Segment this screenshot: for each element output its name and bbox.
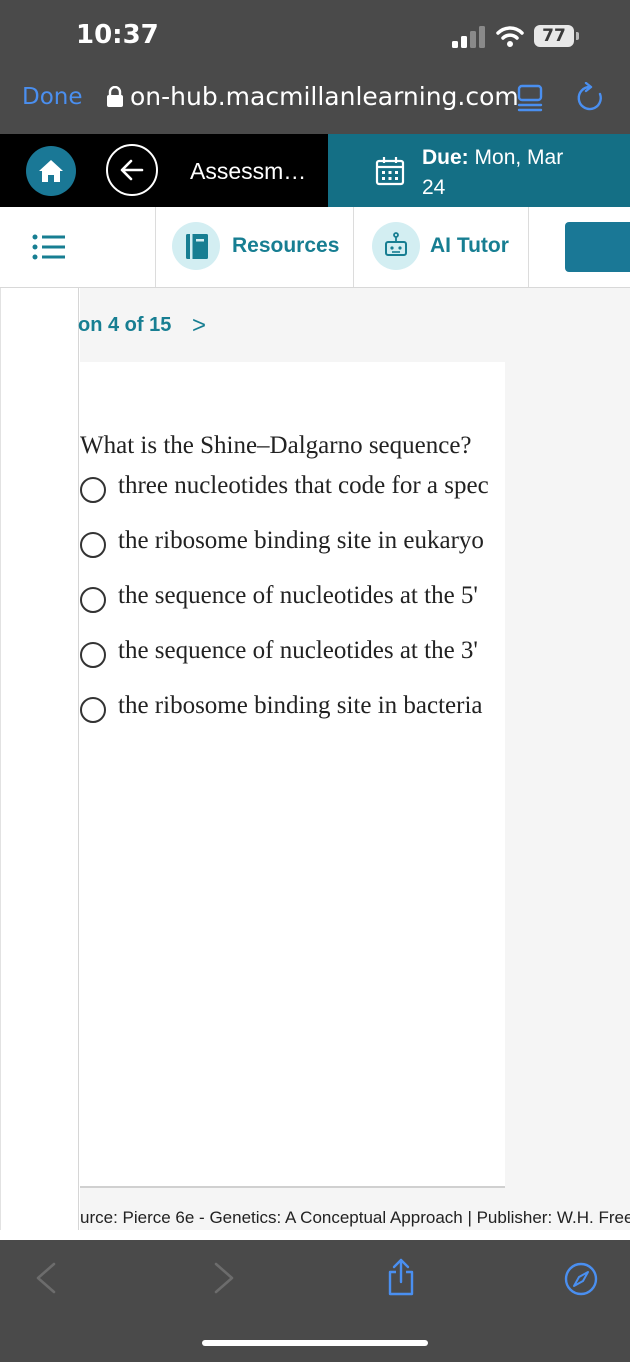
home-button[interactable] [26, 146, 76, 196]
question-position: on 4 of 15 [78, 314, 172, 336]
arrow-left-icon [120, 159, 144, 181]
ai-tutor-label[interactable]: AI Tutor [430, 234, 509, 258]
answer-option[interactable]: three nucleotides that code for a spec [80, 472, 505, 512]
due-value: Mon, Mar [474, 146, 564, 169]
toolbar-divider [528, 207, 529, 287]
next-question-button[interactable]: > [192, 312, 206, 340]
resources-button[interactable] [172, 222, 220, 270]
question-card: What is the Shine–Dalgarno sequence? thr… [80, 362, 505, 1188]
answer-option-label: the sequence of nucleotides at the 5' [118, 582, 478, 609]
source-citation: urce: Pierce 6e - Genetics: A Conceptual… [80, 1208, 630, 1227]
submit-button[interactable] [565, 222, 630, 272]
radio-button[interactable] [80, 477, 106, 503]
answer-option[interactable]: the sequence of nucleotides at the 3' [80, 637, 505, 677]
answer-option[interactable]: the sequence of nucleotides at the 5' [80, 582, 505, 622]
answer-option[interactable]: the ribosome binding site in eukaryo [80, 527, 505, 567]
answer-option[interactable]: the ribosome binding site in bacteria [80, 692, 505, 732]
answer-option-label: the sequence of nucleotides at the 3' [118, 637, 478, 664]
ai-tutor-button[interactable] [372, 222, 420, 270]
status-time: 10:37 [76, 20, 159, 50]
battery-level: 77 [534, 25, 574, 47]
answer-option-label: three nucleotides that code for a spec [118, 472, 489, 499]
answer-option-label: the ribosome binding site in eukaryo [118, 527, 484, 554]
toolbar-divider [353, 207, 354, 287]
reader-mode-icon[interactable] [516, 84, 544, 112]
compass-icon[interactable] [564, 1262, 598, 1296]
share-icon[interactable] [386, 1258, 416, 1296]
due-date: Due: Mon, Mar 24 [422, 143, 622, 203]
done-button[interactable]: Done [22, 84, 83, 110]
assessment-title: Assessm… [190, 158, 307, 184]
home-icon [39, 160, 63, 182]
due-value-line2: 24 [422, 176, 446, 199]
calendar-icon [375, 157, 405, 186]
toolbar-divider [155, 207, 156, 287]
radio-button[interactable] [80, 642, 106, 668]
list-icon[interactable] [32, 232, 66, 262]
reload-icon[interactable] [576, 82, 604, 112]
question-prompt: What is the Shine–Dalgarno sequence? [80, 432, 472, 459]
chevron-right-icon[interactable] [212, 1262, 236, 1294]
lock-icon [107, 86, 123, 107]
home-indicator [202, 1340, 428, 1346]
answer-option-label: the ribosome binding site in bacteria [118, 692, 483, 719]
battery-icon: 77 [534, 25, 580, 49]
left-gutter [0, 288, 79, 1230]
due-label: Due: [422, 146, 469, 169]
radio-button[interactable] [80, 532, 106, 558]
url-address[interactable]: on-hub.macmillanlearning.com [130, 82, 519, 111]
robot-icon [385, 232, 407, 256]
radio-button[interactable] [80, 587, 106, 613]
wifi-icon [496, 26, 524, 47]
back-button[interactable] [106, 144, 158, 196]
radio-button[interactable] [80, 697, 106, 723]
resources-label[interactable]: Resources [232, 234, 339, 258]
book-icon [186, 234, 208, 259]
chevron-left-icon[interactable] [34, 1262, 58, 1294]
cellular-signal-icon [452, 26, 485, 48]
